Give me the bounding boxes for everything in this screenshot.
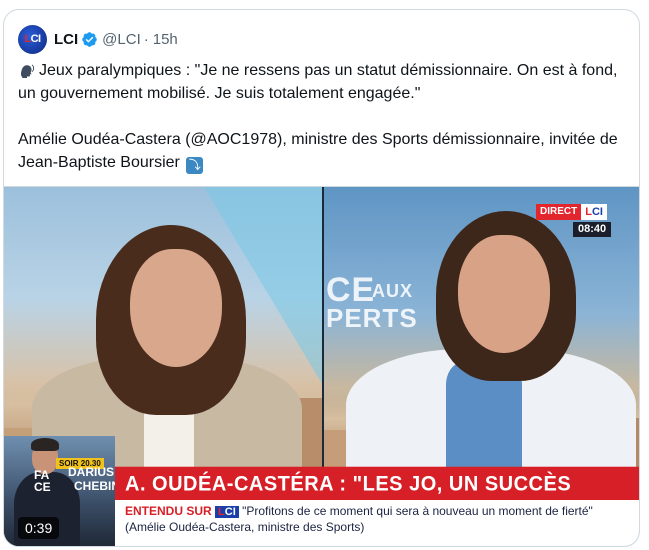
video-panel-left [4,187,322,468]
live-badge: DIRECT LCI [536,204,607,220]
separator-dot: · [143,30,149,48]
host-face [130,249,222,367]
news-ticker: ENTENDU SUR LCI "Profitons de ce moment … [115,500,639,546]
tweet-card[interactable]: LCI LCI @LCI · 15h Jeux paralympiques : … [3,9,640,547]
guest-face [458,235,550,353]
avatar-letters-ci: CI [30,33,42,45]
decor-text-aux: AUX [372,281,414,301]
decor-text-perts: PERTS [326,303,418,333]
live-label: DIRECT [536,204,582,220]
inset-name-2: CHEBIN [74,479,115,493]
tweet-text-line-1: Jeux paralympiques : "Je ne ressens pas … [18,62,618,102]
avatar[interactable]: LCI [18,24,47,54]
inset-person-hair [31,438,59,451]
arrow-down-right-icon: ⤵ [186,157,204,174]
tweet-timestamp[interactable]: 15h [153,31,178,48]
video-duration: 0:39 [18,517,60,539]
verified-badge-icon [82,31,97,47]
author-handle[interactable]: @LCI [102,31,141,48]
headline-banner: A. OUDÉA-CASTÉRA : "LES JO, UN SUCCÈS CO… [115,466,639,530]
tweet-header: LCI LCI @LCI · 15h [18,24,178,54]
channel-logo: LCI [581,204,607,220]
tweet-body: Jeux paralympiques : "Je ne ressens pas … [18,59,630,174]
author-name[interactable]: LCI [54,31,78,48]
video-player[interactable]: CE AUX PERTS DIRECT LCI 08:40 A. OUDÉA-C… [4,186,639,546]
broadcast-clock: 08:40 [573,222,612,237]
tweet-line-1: Jeux paralympiques : "Je ne ressens pas … [18,59,630,105]
tweet-text-line-2: Amélie Oudéa-Castera (@AOC1978), ministr… [18,131,618,171]
speaking-head-icon [21,64,35,78]
inset-name-1: DARIUS [68,465,115,479]
ticker-channel-logo: LCI [215,506,239,518]
ticker-lead: ENTENDU SUR [125,504,212,518]
inset-show-text: FA CE [34,468,51,494]
tweet-line-2: Amélie Oudéa-Castera (@AOC1978), ministr… [18,128,630,174]
